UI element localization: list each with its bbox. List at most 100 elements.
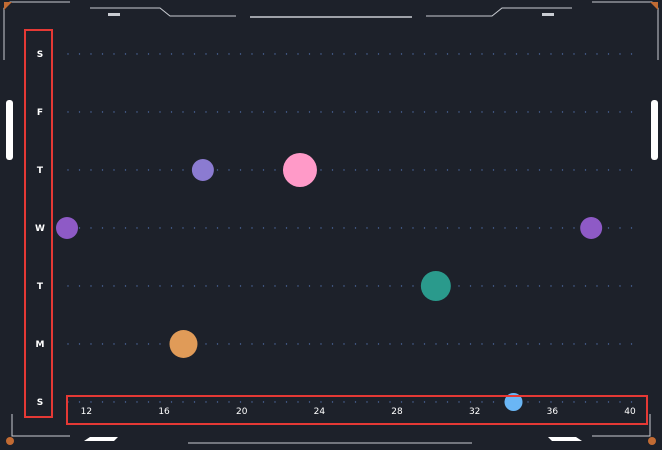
grid-dot xyxy=(527,285,529,287)
grid-dot xyxy=(343,285,345,287)
grid-dot xyxy=(573,227,575,229)
grid-dot xyxy=(630,53,633,55)
grid-dot xyxy=(504,169,506,171)
grid-dot xyxy=(320,343,322,345)
grid-dot xyxy=(481,285,483,287)
grid-dot xyxy=(423,169,426,171)
grid-dot xyxy=(446,227,449,229)
grid-dot xyxy=(320,227,322,229)
grid-dot xyxy=(354,53,357,55)
grid-dot xyxy=(596,285,598,287)
grid-dot xyxy=(251,53,253,55)
grid-dot xyxy=(170,227,173,229)
scatter-point[interactable] xyxy=(56,217,78,239)
grid-dot xyxy=(481,111,483,113)
scatter-point[interactable] xyxy=(191,159,214,181)
grid-dot xyxy=(377,169,380,171)
grid-dot xyxy=(124,227,127,229)
grid-dot xyxy=(285,111,288,113)
grid-dot xyxy=(435,169,437,171)
grid-dot xyxy=(251,111,253,113)
grid-dot xyxy=(113,227,115,229)
grid-dot xyxy=(538,227,541,229)
grid-dot xyxy=(423,111,426,113)
grid-dot xyxy=(90,53,92,55)
grid-dot xyxy=(423,227,426,229)
grid-dot xyxy=(159,227,161,229)
grid-dot xyxy=(320,53,322,55)
grid-dot xyxy=(101,169,104,171)
grid-dot xyxy=(423,343,426,345)
grid-dot xyxy=(274,169,276,171)
grid-dot xyxy=(262,343,265,345)
grid-dot xyxy=(354,169,357,171)
grid-dot xyxy=(538,285,541,287)
grid-dot xyxy=(239,111,242,113)
scatter-point[interactable] xyxy=(580,217,603,239)
grid-dot xyxy=(538,53,541,55)
grid-dot xyxy=(251,169,253,171)
grid-dot xyxy=(481,169,483,171)
grid-dot xyxy=(573,111,575,113)
grid-dot xyxy=(205,343,207,345)
grid-dot xyxy=(584,169,587,171)
grid-dot xyxy=(550,285,552,287)
grid-dot xyxy=(492,227,495,229)
grid-dot xyxy=(389,111,391,113)
grid-dot xyxy=(619,169,621,171)
grid-dot xyxy=(630,343,633,345)
grid-dot xyxy=(492,111,495,113)
grid-dot xyxy=(67,169,69,171)
grid-dot xyxy=(550,169,552,171)
grid-dot xyxy=(308,111,311,113)
grid-dot xyxy=(446,169,449,171)
grid-dot xyxy=(239,343,242,345)
grid-dot xyxy=(343,343,345,345)
grid-dot xyxy=(596,111,598,113)
grid-dot xyxy=(619,53,621,55)
grid-dot xyxy=(193,53,196,55)
grid-dot xyxy=(561,169,564,171)
grid-dot xyxy=(538,111,541,113)
grid-dot xyxy=(377,285,380,287)
grid-dot xyxy=(607,227,610,229)
grid-dot xyxy=(262,111,265,113)
grid-dot xyxy=(262,285,265,287)
scatter-point[interactable] xyxy=(282,153,317,187)
grid-dot xyxy=(515,169,518,171)
grid-dot xyxy=(561,111,564,113)
grid-dot xyxy=(446,343,449,345)
grid-dot xyxy=(469,227,472,229)
grid-dot xyxy=(262,227,265,229)
grid-dot xyxy=(538,169,541,171)
grid-dot xyxy=(435,227,437,229)
grid-dot xyxy=(136,169,138,171)
grid-dot xyxy=(573,169,575,171)
grid-dot xyxy=(90,285,92,287)
scatter-point[interactable] xyxy=(169,330,198,358)
grid-dot xyxy=(377,227,380,229)
grid-dot xyxy=(90,227,92,229)
grid-dot xyxy=(584,343,587,345)
grid-dot xyxy=(297,111,299,113)
grid-dot xyxy=(170,111,173,113)
grid-dot xyxy=(481,343,483,345)
grid-dot xyxy=(285,343,288,345)
scatter-point[interactable] xyxy=(420,271,451,301)
grid-dot xyxy=(205,111,207,113)
grid-dot xyxy=(136,285,138,287)
grid-dot xyxy=(228,227,230,229)
grid-dot xyxy=(216,343,219,345)
grid-dot xyxy=(619,343,621,345)
grid-dot xyxy=(619,285,621,287)
grid-dot xyxy=(78,111,81,113)
grid-dot xyxy=(285,285,288,287)
grid-dot xyxy=(446,111,449,113)
grid-dot xyxy=(228,285,230,287)
grid-dot xyxy=(458,343,460,345)
grid-dot xyxy=(423,53,426,55)
grid-dot xyxy=(607,169,610,171)
grid-dot xyxy=(469,53,472,55)
grid-dot xyxy=(435,53,437,55)
grid-dot xyxy=(297,343,299,345)
